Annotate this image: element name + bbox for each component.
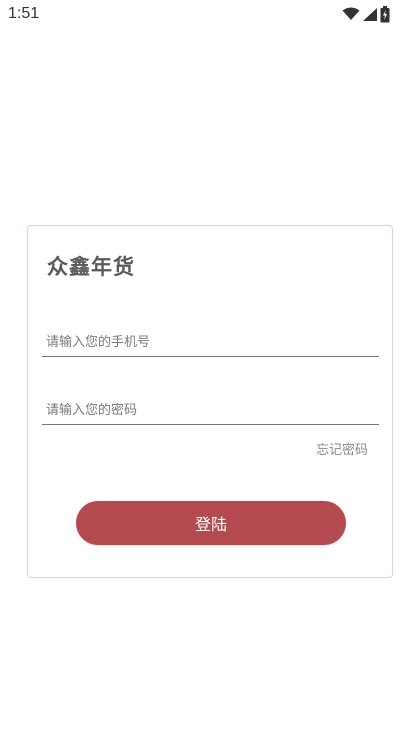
password-field (42, 388, 379, 425)
signal-icon (362, 7, 378, 22)
app-title: 众鑫年货 (47, 255, 135, 279)
status-time: 1:51 (8, 5, 40, 22)
status-icons (342, 5, 390, 23)
phone-input[interactable] (46, 335, 366, 350)
login-card: 众鑫年货 忘记密码 登陆 (27, 225, 393, 578)
status-bar: 1:51 (0, 0, 420, 30)
wifi-icon (342, 7, 360, 21)
battery-icon (380, 5, 390, 23)
phone-field (42, 320, 379, 357)
login-button[interactable]: 登陆 (76, 501, 346, 545)
forgot-password-link[interactable]: 忘记密码 (316, 439, 368, 458)
password-input[interactable] (46, 403, 366, 418)
